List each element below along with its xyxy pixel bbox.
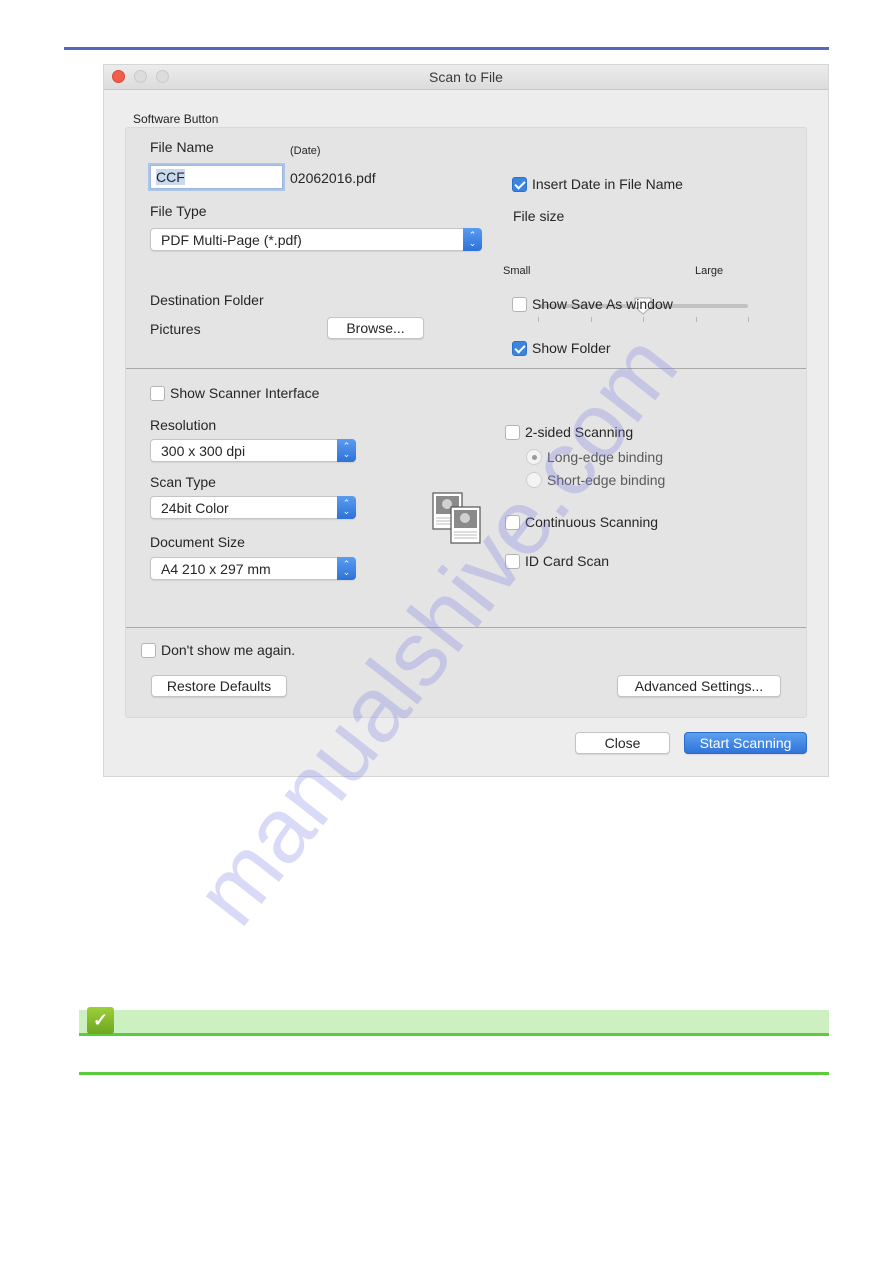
file-name-input[interactable]: CCF [150,165,283,189]
checkbox-box[interactable] [505,514,520,530]
radio-button[interactable] [526,472,542,488]
long-edge-binding-label: Long-edge binding [547,449,663,465]
continuous-scanning-checkbox[interactable]: Continuous Scanning [505,514,658,530]
close-button[interactable]: Close [575,732,670,754]
id-card-scan-label: ID Card Scan [525,553,610,569]
show-save-as-label: Show Save As window [532,296,673,312]
file-size-max-label: Large [695,265,724,277]
show-scanner-interface-label: Show Scanner Interface [170,385,320,401]
chevron-updown-icon: ⌃ ⌄ [337,439,356,462]
destination-folder-label: Destination Folder [150,292,264,308]
duplex-document-icon [432,492,481,544]
section-divider [126,368,806,369]
show-scanner-interface-checkbox[interactable]: Show Scanner Interface [150,385,319,401]
document-size-label: Document Size [150,534,245,550]
insert-date-checkbox[interactable]: Insert Date in File Name [512,176,683,192]
checkbox-box[interactable] [505,553,520,569]
scan-type-value: 24bit Color [161,500,229,516]
file-type-select[interactable]: PDF Multi-Page (*.pdf) ⌃ ⌄ [150,228,482,251]
checkbox-box[interactable] [505,424,520,440]
start-scanning-button[interactable]: Start Scanning [684,732,807,754]
dont-show-again-checkbox[interactable]: Don't show me again. [141,642,295,658]
window-title: Scan to File [429,69,503,85]
footer-divider [126,627,806,628]
file-type-value: PDF Multi-Page (*.pdf) [161,232,302,248]
document-size-value: A4 210 x 297 mm [161,561,271,577]
checkbox-box[interactable] [141,642,156,658]
slider-tick [590,317,592,322]
chevron-updown-icon: ⌃ ⌄ [337,496,356,519]
id-card-scan-checkbox[interactable]: ID Card Scan [505,553,609,569]
show-folder-label: Show Folder [532,340,611,356]
slider-tick [538,317,539,322]
two-sided-scanning-label: 2-sided Scanning [525,424,634,440]
two-sided-scanning-checkbox[interactable]: 2-sided Scanning [505,424,633,440]
slider-tick [643,317,644,322]
chevron-updown-icon: ⌃ ⌄ [463,228,482,251]
resolution-label: Resolution [150,417,217,433]
resolution-select[interactable]: 300 x 300 dpi ⌃ ⌄ [150,439,356,462]
show-folder-checkbox[interactable]: Show Folder [512,340,611,356]
resolution-value: 300 x 300 dpi [161,443,246,459]
short-edge-binding-radio[interactable]: Short-edge binding [526,472,665,488]
scan-type-select[interactable]: 24bit Color ⌃ ⌄ [150,496,356,519]
scan-type-label: Scan Type [150,474,216,490]
slider-tick [748,317,749,322]
chevron-updown-icon: ⌃ ⌄ [337,557,356,580]
show-save-as-checkbox[interactable]: Show Save As window [512,296,673,312]
short-edge-binding-label: Short-edge binding [547,472,666,488]
restore-defaults-button[interactable]: Restore Defaults [151,675,287,697]
note-bottom-rule [79,1072,829,1075]
document-size-select[interactable]: A4 210 x 297 mm ⌃ ⌄ [150,557,356,580]
continuous-scanning-label: Continuous Scanning [525,514,659,530]
settings-panel: File Name (Date) CCF 02062016.pdf Insert… [125,127,807,718]
destination-folder-value: Pictures [150,321,201,337]
slider-tick [695,317,697,322]
scan-to-file-dialog: Scan to File Software Button File Name (… [103,64,829,777]
file-size-label: File size [513,208,565,224]
dont-show-again-label: Don't show me again. [161,642,296,658]
date-label: (Date) [290,145,321,157]
title-bar: Scan to File [104,65,828,90]
checkbox-box[interactable] [512,296,527,312]
file-type-label: File Type [150,203,207,219]
radio-button[interactable] [526,449,542,465]
date-suffix: 02062016.pdf [290,170,376,186]
long-edge-binding-radio[interactable]: Long-edge binding [526,449,663,465]
file-name-value: CCF [156,169,185,185]
browse-button[interactable]: Browse... [327,317,424,339]
advanced-settings-button[interactable]: Advanced Settings... [617,675,781,697]
checkmark-icon: ✓ [87,1007,114,1034]
file-size-min-label: Small [503,265,531,277]
checkbox-box[interactable] [150,385,165,401]
group-label: Software Button [133,112,219,126]
file-name-label: File Name [150,139,214,155]
insert-date-label: Insert Date in File Name [532,176,683,192]
page-header-rule [64,47,829,50]
checkbox-box[interactable] [512,176,527,192]
note-bar: ✓ [79,1007,829,1036]
checkbox-box[interactable] [512,340,527,356]
